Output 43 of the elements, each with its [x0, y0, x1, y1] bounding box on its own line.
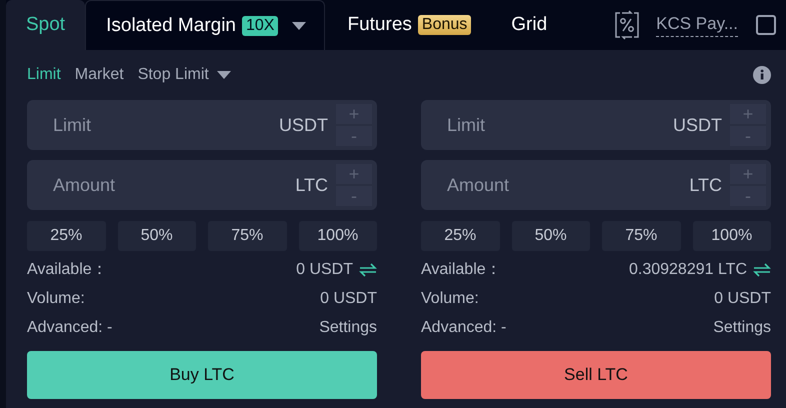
- advanced-label: Advanced: -: [27, 318, 112, 336]
- info-icon[interactable]: [753, 66, 771, 84]
- order-type-tab[interactable]: Limit: [27, 66, 61, 84]
- tab[interactable]: Grid: [491, 0, 568, 50]
- unit-label: USDT: [279, 114, 328, 136]
- percent-button[interactable]: 25%: [27, 221, 106, 251]
- available-value: 0 USDT: [296, 260, 353, 278]
- transfer-icon[interactable]: [359, 262, 377, 276]
- percent-button[interactable]: 50%: [512, 221, 590, 251]
- checkbox[interactable]: [756, 15, 776, 35]
- caret-icon: [216, 71, 231, 79]
- badge: 10X: [242, 16, 278, 36]
- tab[interactable]: Futures Bonus: [327, 0, 492, 50]
- percent-button[interactable]: 100%: [692, 221, 771, 251]
- volume-value: 0 USDT: [714, 290, 771, 308]
- settings-link[interactable]: Settings: [713, 318, 771, 336]
- volume-value: 0 USDT: [320, 290, 377, 308]
- order-type-tab[interactable]: Market: [74, 66, 124, 84]
- volume-label: Volume:: [27, 290, 85, 308]
- badge: Bonus: [418, 15, 472, 35]
- fee-toggle-label[interactable]: KCS Pay...: [656, 14, 738, 36]
- percent-swap-icon[interactable]: [614, 10, 640, 40]
- percent-button[interactable]: 25%: [421, 221, 500, 251]
- tab[interactable]: Isolated Margin 10X: [85, 0, 326, 50]
- percent-button[interactable]: 75%: [208, 221, 286, 251]
- percent-button[interactable]: 100%: [298, 221, 377, 251]
- volume-label: Volume:: [421, 290, 479, 308]
- caret-icon: [292, 22, 306, 30]
- transfer-icon[interactable]: [753, 262, 771, 276]
- submit-button[interactable]: Sell LTC: [421, 351, 771, 399]
- tab[interactable]: Spot: [6, 0, 86, 50]
- percent-button[interactable]: 50%: [118, 221, 196, 251]
- percent-button[interactable]: 75%: [602, 221, 680, 251]
- available-label: Available：: [421, 260, 502, 280]
- available-label: Available：: [27, 260, 108, 280]
- unit-label: USDT: [673, 114, 722, 136]
- submit-button[interactable]: Buy LTC: [27, 351, 377, 399]
- order-type-tab[interactable]: Stop Limit: [138, 66, 231, 84]
- available-value: 0.30928291 LTC: [628, 260, 747, 278]
- settings-link[interactable]: Settings: [319, 318, 377, 336]
- unit-label: LTC: [689, 174, 722, 196]
- unit-label: LTC: [295, 174, 328, 196]
- advanced-label: Advanced: -: [421, 318, 506, 336]
